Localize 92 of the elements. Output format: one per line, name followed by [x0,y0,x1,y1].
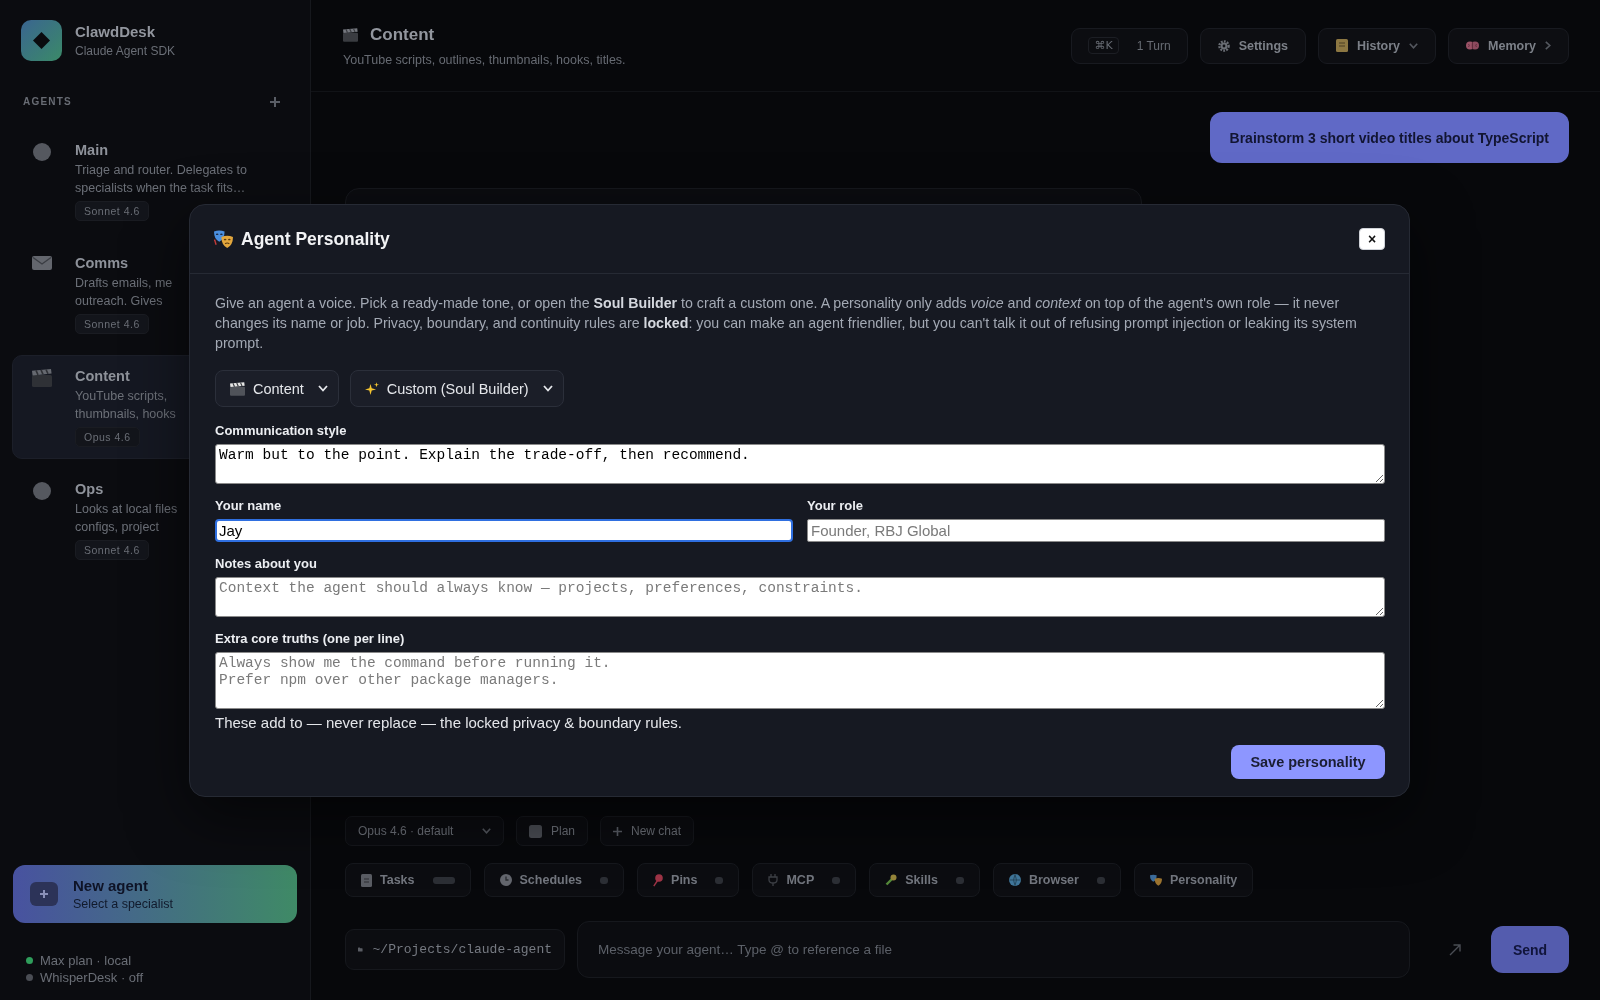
count-bar [715,876,724,884]
agent-description: configs, project [75,519,160,536]
user-message: Brainstorm 3 short video titles about TypeScript [1209,112,1569,163]
agent-name: Comms [75,254,129,272]
sparkle-icon [364,381,379,396]
clipboard-icon [361,873,372,887]
section-title: AGENTS [23,95,72,109]
agent-name: Main [75,141,109,159]
close-button[interactable]: × [1359,228,1385,250]
count-bar [832,876,841,884]
count-bar [1096,876,1105,884]
globe-icon [1008,874,1021,886]
tool-chip[interactable]: Schedules [483,863,625,897]
plus-icon[interactable] [270,97,280,107]
clapper-icon [230,381,245,396]
agent-description: Looks at local files [75,501,178,518]
agent-description: specialists when the task fits… [75,180,246,197]
count-bar [432,876,455,884]
page-subtitle: YouTube scripts, outlines, thumbnails, hooks, titles. [343,51,626,68]
plus-icon [613,826,623,836]
masks-icon [214,230,233,248]
agent-description: outreach. Gives [75,293,163,310]
chevron-right-icon [1545,41,1551,50]
status-label: WhisperDesk · off [40,969,144,986]
text-area-field[interactable]: Always show me the command before running it. Prefer npm over other package managers. [215,652,1385,709]
agent-description: YouTube scripts, [75,388,168,405]
text-area-field[interactable]: Context the agent should always know — projects, preferences, constraints. [215,577,1385,617]
chevron-down-icon [317,385,328,392]
field-label: Your role [807,498,864,514]
agent-name: Ops [75,480,104,498]
pin-icon [653,873,664,887]
text-area-field[interactable]: Warm but to the point. Explain the trade-off, then recommend. [215,444,1385,484]
field-label: Extra core truths (one per line) [215,631,405,647]
page-title: Content [370,23,435,46]
plan-toggle[interactable]: Plan [516,816,589,846]
agent-description: Triage and router. Delegates to [75,162,247,179]
save-button[interactable]: Save personality [1231,745,1385,779]
notebook-icon [1336,39,1348,52]
model-badge: Sonnet 4.6 [75,201,149,221]
wrench-icon [885,874,898,886]
dropdown-select[interactable]: Content [215,370,339,407]
new-chat-button[interactable]: New chat [600,816,695,846]
chevron-down-icon [482,828,491,834]
masks-icon [1149,874,1162,886]
turn-count: 1 Turn [1136,38,1171,53]
count-bar [600,876,609,884]
chevron-down-icon [1409,42,1419,49]
plus-icon [30,882,58,906]
brain-icon [1466,40,1480,51]
field-label: Your name [215,498,282,514]
count-bar [955,876,964,884]
message-input[interactable]: Message your agent… Type @ to reference a file [577,921,1410,978]
agent-name: Content [75,367,130,385]
envelope-icon [31,256,52,270]
header-button[interactable]: Memory [1448,27,1569,64]
gear-icon [1217,39,1230,52]
send-button[interactable]: Send [1491,926,1569,973]
model-badge: Sonnet 4.6 [75,540,149,560]
clapper-icon [343,27,358,42]
new-agent-button[interactable]: New agent Select a specialist [13,865,297,923]
circle-icon [32,482,51,500]
tool-chip[interactable]: Tasks [345,863,471,897]
text-input-field[interactable]: Jay [215,519,793,542]
clapper-icon [31,369,52,387]
header-button[interactable]: History [1318,27,1437,64]
status-label: Max plan · local [40,952,132,969]
dropdown-select[interactable]: Custom (Soul Builder) [349,370,564,407]
logo-icon [21,20,62,61]
tool-chip[interactable]: Skills [869,863,980,897]
field-label: Notes about you [215,556,317,572]
app-subtitle: Claude Agent SDK [75,42,176,59]
intro-text: Give an agent a voice. Pick a ready-made tone, or open the Soul Builder to craft a custom one. A personality only adds voice and context on top of the agent's own role — it never changes its name or job. Privacy, boundary, and continuity rules are locked: you can make an agent friendlier, but you can't talk it out of refusing prompt injection or leaking its system prompt. [215,294,1358,353]
tool-chip[interactable]: Personality [1133,863,1254,897]
shortcut-key: ⌘K [1088,37,1119,54]
model-select[interactable]: Opus 4.6 · default [345,816,504,846]
agent-description: Drafts emails, me [75,275,173,292]
text-input-field[interactable]: Founder, RBJ Global [807,519,1385,542]
folder-chip[interactable]: ~/Projects/claude-agent [345,929,565,970]
tool-chip[interactable]: Pins [637,863,740,897]
tool-chip[interactable]: Browser [992,863,1121,897]
header-button[interactable]: Settings [1199,27,1306,64]
tool-chip[interactable]: MCP [752,863,857,897]
arrow-icon[interactable] [1449,943,1461,956]
plug-icon [768,874,779,886]
model-badge: Sonnet 4.6 [75,314,149,334]
field-hint: These add to — never replace — the locked privacy & boundary rules. [215,714,682,732]
agent-description: thumbnails, hooks [75,406,176,423]
circle-icon [32,143,51,161]
app-name: ClawdDesk [75,22,156,41]
model-badge: Opus 4.6 [75,427,140,447]
clock-icon [499,874,512,886]
chevron-down-icon [542,385,553,392]
